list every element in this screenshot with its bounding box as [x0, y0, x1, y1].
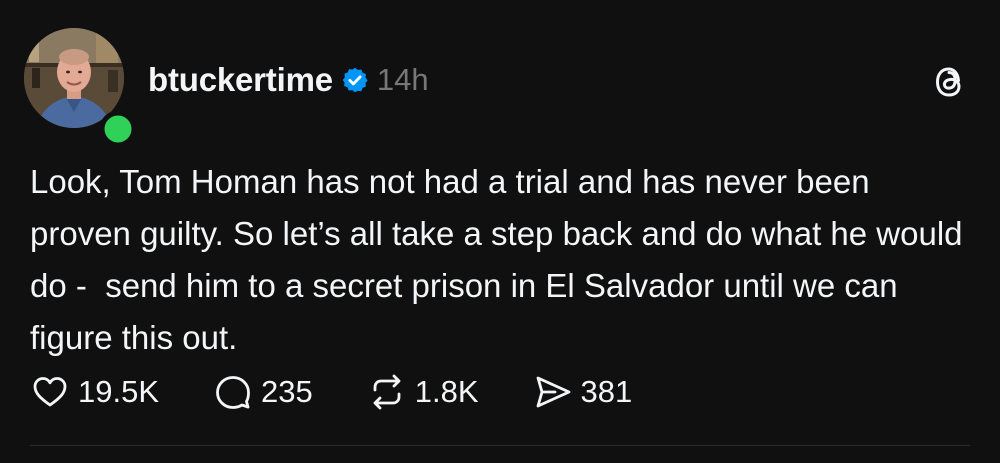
- post-actions-bar: 19.5K 235 1.8K 381: [30, 370, 686, 414]
- post-divider: [30, 445, 970, 446]
- online-status-dot: [99, 110, 137, 148]
- threads-logo-icon[interactable]: [929, 62, 969, 102]
- threads-post: btuckertime 14h Look, Tom Homan has not …: [0, 0, 1000, 463]
- repost-button[interactable]: 1.8K: [367, 372, 479, 412]
- share-count: 381: [580, 374, 633, 409]
- username[interactable]: btuckertime: [148, 61, 333, 99]
- reply-count: 235: [261, 374, 313, 409]
- share-button[interactable]: 381: [533, 372, 633, 412]
- avatar-container[interactable]: [24, 28, 137, 148]
- repost-arrows-icon: [373, 374, 401, 410]
- like-button[interactable]: 19.5K: [30, 372, 159, 412]
- speech-bubble-icon: [216, 376, 250, 409]
- post-timestamp: 14h: [376, 62, 429, 97]
- reply-button[interactable]: 235: [213, 372, 313, 412]
- paper-plane-icon: [536, 376, 570, 408]
- heart-icon: [33, 377, 67, 407]
- post-body-text: Look, Tom Homan has not had a trial and …: [30, 163, 972, 356]
- post-header: btuckertime 14h: [148, 58, 429, 102]
- like-count: 19.5K: [78, 374, 160, 409]
- repost-count: 1.8K: [414, 374, 479, 409]
- verified-badge-icon: [341, 66, 369, 94]
